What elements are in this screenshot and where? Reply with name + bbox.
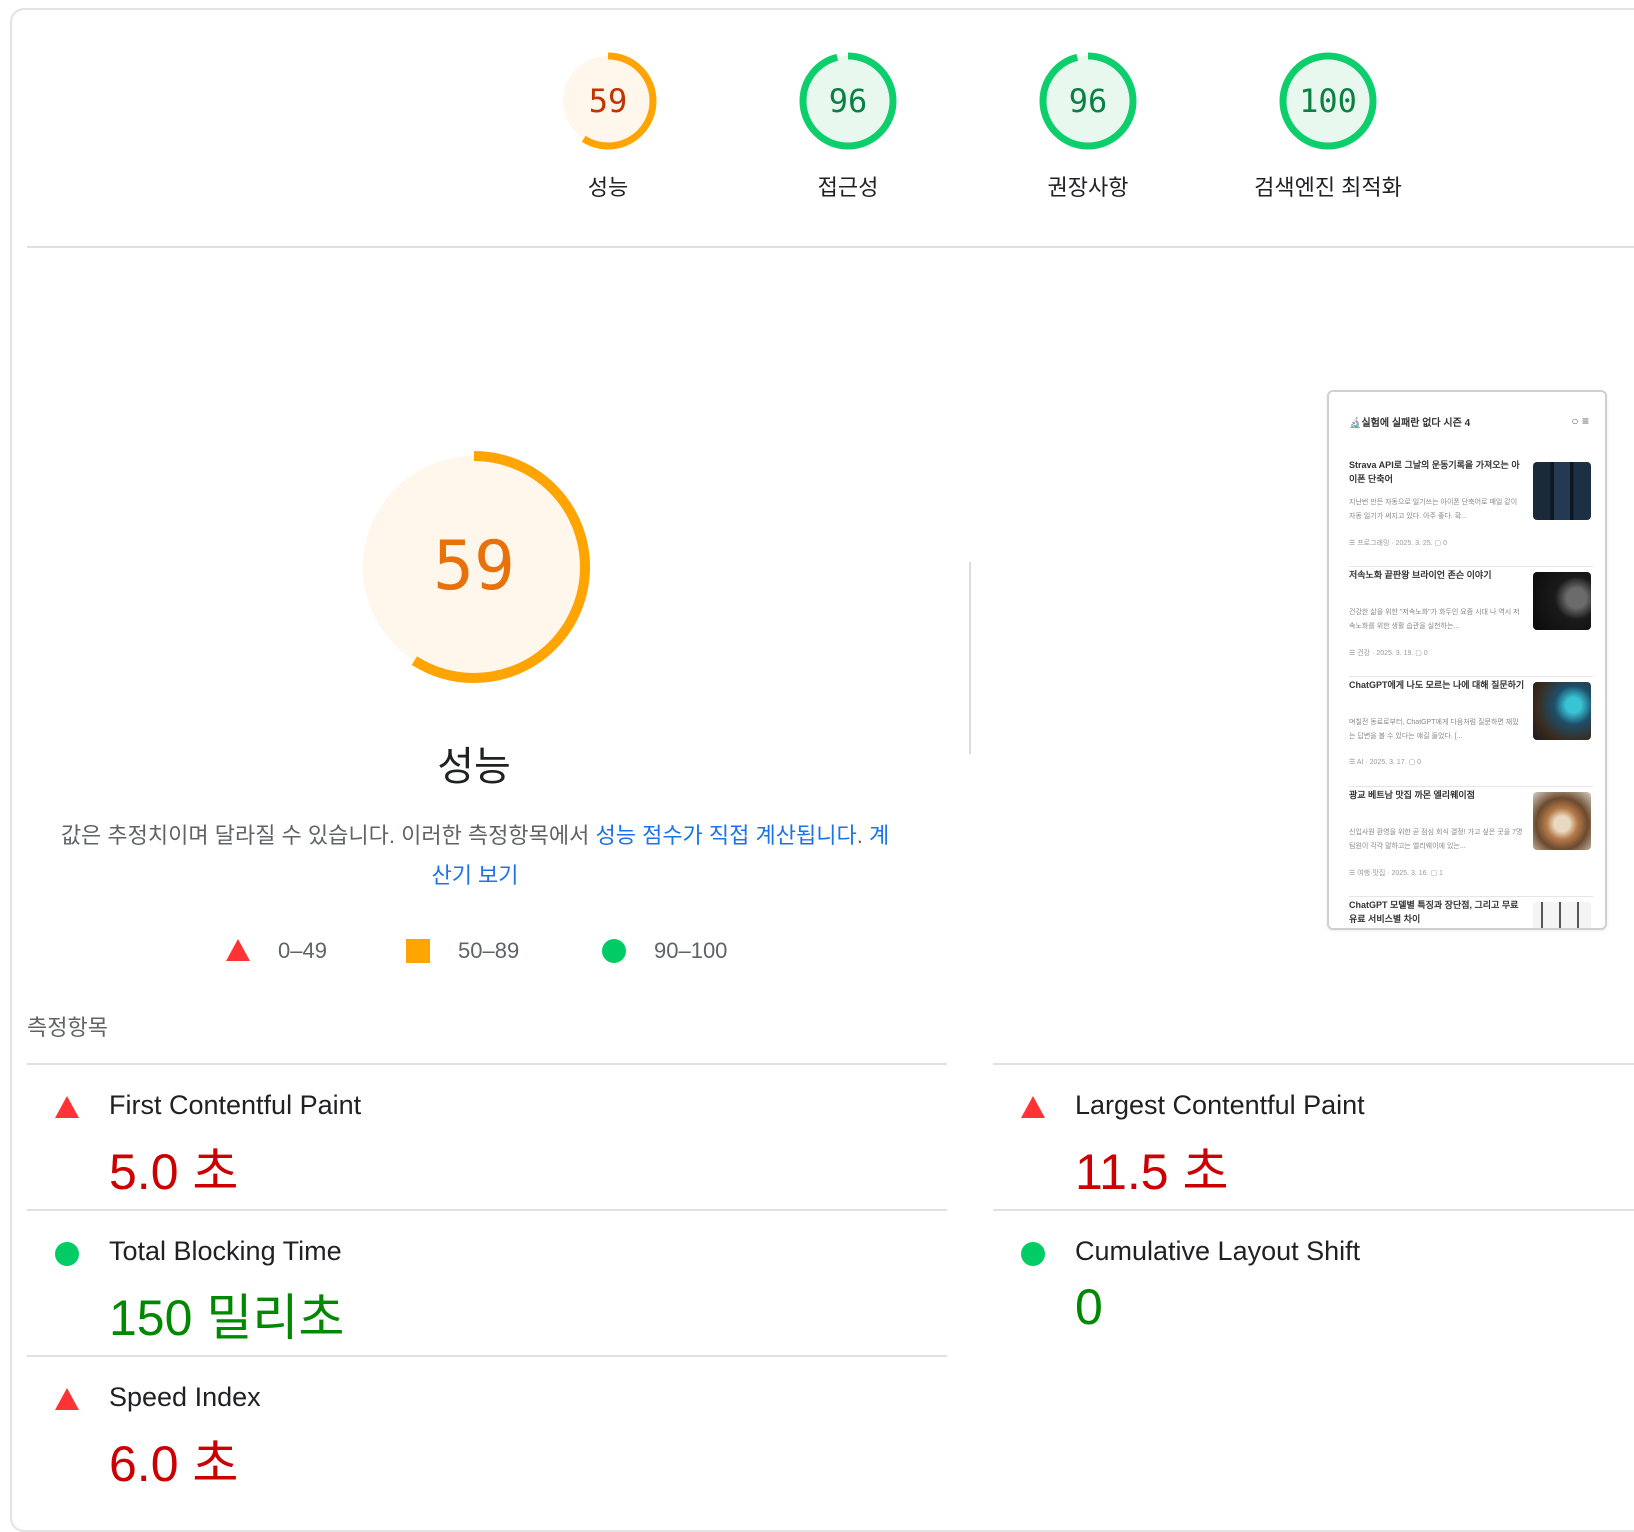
metric-value: 0	[1075, 1279, 1103, 1335]
performance-description: 값은 추정치이며 달라질 수 있습니다. 이러한 측정항목에서 성능 점수가 직…	[60, 816, 890, 896]
thumb-post-image	[1533, 792, 1591, 850]
performance-title: 성능	[437, 745, 511, 789]
thumb-post: Strava API로 그날의 운동기록을 가져오는 아이폰 단축어 지난번 만…	[1349, 458, 1593, 567]
thumb-post-meta: ☰ 건강 · 2025. 3. 19. ▢ 0	[1349, 650, 1428, 657]
circle-icon	[1021, 1242, 1045, 1266]
thumb-post-title: ChatGPT 모델별 특징과 장단점, 그리고 무료 유료 서비스별 차이	[1349, 900, 1519, 924]
divider	[27, 246, 1634, 248]
metric-value: 5.0 초	[109, 1144, 239, 1200]
thumb-post-body: 신입사원 환영을 위한 곧 점심 회식 결정! 가고 싶은 곳을 7명 팀원이 …	[1349, 829, 1523, 850]
legend-range: 0–49	[278, 938, 327, 963]
gauge-label: 권장사항	[1047, 175, 1129, 200]
thumb-post-body: 며칠전 동료로부터, ChatGPT에게 다음처럼 질문하면 재밌는 답변을 볼…	[1349, 719, 1519, 740]
thumb-post-meta: ☰ 여행·맛집 · 2025. 3. 16. ▢ 1	[1349, 870, 1443, 877]
description-text: 값은 추정치이며 달라질 수 있습니다. 이러한 측정항목에서	[60, 823, 596, 848]
gauge-score: 59	[588, 82, 628, 120]
gauge-seo[interactable]: 100 검색엔진 최적화	[1208, 52, 1448, 202]
metric-value: 11.5 초	[1075, 1144, 1229, 1200]
metric-name: Speed Index	[109, 1382, 261, 1412]
thumb-post-image	[1533, 682, 1591, 740]
thumb-post-body: 지난번 만든 자동으로 일기쓰는 아이폰 단축어로 매일 같이 자동 일기가 써…	[1349, 499, 1518, 520]
thumb-post: 광교 베트남 맛집 까몬 엘리웨이점 신입사원 환영을 위한 곧 점심 회식 결…	[1349, 788, 1593, 897]
legend-range: 90–100	[654, 938, 728, 963]
gauge-accessibility[interactable]: 96 접근성	[728, 52, 968, 202]
performance-big-gauge: 59	[353, 446, 595, 688]
circle-icon	[55, 1242, 79, 1266]
thumb-post: 저속노화 끝판왕 브라이언 존슨 이야기 건강한 삶을 위한 "저속노화"가 화…	[1349, 568, 1593, 677]
thumb-post-image	[1533, 902, 1591, 928]
metrics-heading: 측정항목	[27, 1015, 108, 1040]
metric-name: Cumulative Layout Shift	[1075, 1236, 1361, 1266]
thumb-post-title: 저속노화 끝판왕 브라이언 존슨 이야기	[1349, 570, 1492, 580]
thumb-header: 🔬실험에 실패란 없다 시즌 4 ○ ≡	[1349, 414, 1589, 432]
thumb-post-title: 광교 베트남 맛집 까몬 엘리웨이점	[1349, 790, 1475, 800]
thumb-post-body: 건강한 삶을 위한 "저속노화"가 화두인 요즘 시대 나 역시 저속노화를 위…	[1349, 609, 1520, 630]
metric-speed-index: Speed Index 6.0 초	[27, 1356, 907, 1496]
circle-icon	[602, 939, 626, 963]
search-menu-icon: ○ ≡	[1571, 414, 1589, 428]
final-screenshot[interactable]: 🔬실험에 실패란 없다 시즌 4 ○ ≡ Strava API로 그날의 운동기…	[1327, 390, 1607, 930]
vertical-divider	[969, 562, 971, 754]
gauge-label: 성능	[587, 175, 629, 200]
metric-value: 150 밀리초	[109, 1290, 345, 1346]
thumb-post-meta: ☰ 프로그래밍 · 2025. 3. 25. ▢ 0	[1349, 540, 1448, 547]
thumb-blog-title: 🔬실험에 실패란 없다 시즌 4	[1349, 418, 1471, 429]
performance-score: 59	[433, 527, 515, 606]
thumb-post-title: ChatGPT에게 나도 모르는 나에 대해 질문하기	[1349, 680, 1525, 690]
metric-name: Largest Contentful Paint	[1075, 1090, 1365, 1120]
gauge-score: 96	[1068, 82, 1108, 120]
score-calculation-link[interactable]: 성능 점수가 직접 계산됩니다	[595, 823, 856, 848]
triangle-icon	[55, 1096, 79, 1118]
description-separator: .	[856, 823, 869, 848]
thumb-post-image	[1533, 462, 1591, 520]
metric-name: First Contentful Paint	[109, 1090, 362, 1120]
triangle-icon	[55, 1388, 79, 1410]
gauge-label: 접근성	[817, 175, 879, 200]
thumb-post-title: Strava API로 그날의 운동기록을 가져오는 아이폰 단축어	[1349, 460, 1520, 484]
thumb-post: ChatGPT 모델별 특징과 장단점, 그리고 무료 유료 서비스별 차이	[1349, 898, 1593, 928]
metric-fcp: First Contentful Paint 5.0 초	[27, 1064, 907, 1204]
triangle-icon	[226, 939, 250, 961]
gauge-ring: 96	[1039, 52, 1137, 150]
thumb-post: ChatGPT에게 나도 모르는 나에 대해 질문하기 며칠전 동료로부터, C…	[1349, 678, 1593, 787]
metric-cls: Cumulative Layout Shift 0	[993, 1210, 1634, 1350]
legend-range: 50–89	[458, 938, 520, 963]
metric-tbt: Total Blocking Time 150 밀리초	[27, 1210, 907, 1350]
gauge-ring: 96	[799, 52, 897, 150]
metric-lcp: Largest Contentful Paint 11.5 초	[993, 1064, 1634, 1204]
gauge-best-practices[interactable]: 96 권장사항	[968, 52, 1208, 202]
gauge-score: 96	[828, 82, 868, 120]
metric-value: 6.0 초	[109, 1436, 239, 1492]
thumb-post-image	[1533, 572, 1591, 630]
gauge-performance[interactable]: 59 성능	[488, 52, 728, 202]
thumb-post-meta: ☰ AI · 2025. 3. 17. ▢ 0	[1349, 759, 1422, 766]
gauge-ring: 59	[559, 52, 657, 150]
metric-name: Total Blocking Time	[109, 1236, 342, 1266]
gauge-ring: 100	[1279, 52, 1377, 150]
square-icon	[406, 939, 430, 963]
gauge-score: 100	[1299, 82, 1357, 120]
gauge-label: 검색엔진 최적화	[1254, 175, 1402, 200]
triangle-icon	[1021, 1096, 1045, 1118]
